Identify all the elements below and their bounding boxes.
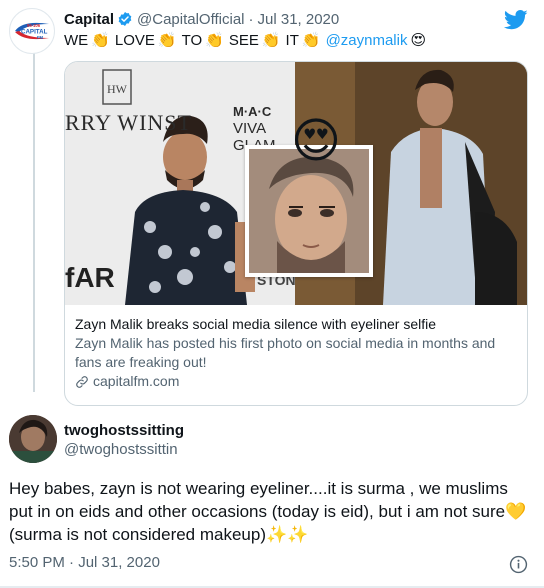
- reply-timestamp[interactable]: 5:50 PM · Jul 31, 2020: [9, 554, 160, 571]
- quoted-tweet[interactable]: 95-106 CAPITAL FM Capital @CapitalOffici…: [0, 0, 544, 406]
- link-card[interactable]: HW RRY WINST M·A·C VIVA GLAM: [64, 61, 528, 406]
- card-title[interactable]: Zayn Malik breaks social media silence w…: [75, 315, 517, 334]
- love-eyes-emoji-overlay: 😍: [291, 115, 342, 168]
- avatar-image: [9, 415, 57, 463]
- reply-author-name[interactable]: twoghostssitting: [64, 422, 184, 439]
- card-body[interactable]: Zayn Malik breaks social media silence w…: [65, 305, 527, 391]
- logo-frequency: 95-106: [27, 23, 41, 28]
- sponsor-far: fAR: [65, 262, 115, 293]
- svg-text:HW: HW: [107, 82, 128, 96]
- separator: ·: [248, 10, 254, 28]
- text-word: SEE: [228, 31, 259, 49]
- card-domain-text: capitalfm.com: [93, 373, 180, 389]
- sponsor-mac: M·A·C: [233, 104, 272, 119]
- card-image[interactable]: HW RRY WINST M·A·C VIVA GLAM: [65, 62, 527, 305]
- quoted-tweet-text: WE 👏 LOVE 👏 TO 👏 SEE 👏 IT 👏 @zaynmalik 😍: [64, 31, 427, 50]
- sponsor-text-left: RRY WINST: [65, 110, 192, 135]
- text-word: WE: [64, 31, 89, 49]
- clap-emoji: 👏: [91, 32, 110, 49]
- link-icon: [76, 375, 88, 388]
- author-handle[interactable]: @CapitalOfficial: [137, 11, 245, 28]
- capital-fm-logo: 95-106 CAPITAL FM: [15, 22, 49, 40]
- clap-emoji: 👏: [261, 32, 281, 49]
- quoted-tweet-header: Capital @CapitalOfficial · Jul 31, 2020: [64, 9, 339, 29]
- author-name[interactable]: Capital: [64, 11, 114, 28]
- reply-avatar[interactable]: [9, 415, 57, 463]
- capital-avatar[interactable]: 95-106 CAPITAL FM: [9, 8, 55, 54]
- clap-emoji: 👏: [157, 32, 177, 49]
- card-description: Zayn Malik has posted his first photo on…: [75, 335, 496, 370]
- clap-emoji: 👏: [301, 32, 321, 49]
- text-word: LOVE: [114, 31, 155, 49]
- clap-emoji: 👏: [205, 32, 224, 49]
- logo-capital: CAPITAL: [21, 29, 48, 36]
- love-eyes-emoji: 😍: [410, 32, 427, 49]
- info-icon[interactable]: [509, 555, 528, 574]
- logo-fm: FM: [37, 35, 44, 40]
- reply-tweet-text: Hey babes, zayn is not wearing eyeliner.…: [9, 479, 527, 544]
- text-word: IT: [285, 31, 299, 49]
- tweet-date[interactable]: Jul 31, 2020: [258, 11, 340, 28]
- reply-author-handle[interactable]: @twoghostssittin: [64, 441, 178, 458]
- mention-link[interactable]: @zaynmalik: [326, 32, 408, 49]
- thread-line: [33, 52, 35, 392]
- verified-badge-icon: [118, 12, 132, 26]
- twitter-bird-icon[interactable]: [504, 10, 528, 30]
- text-word: TO: [181, 31, 203, 49]
- card-domain[interactable]: capitalfm.com: [75, 372, 517, 391]
